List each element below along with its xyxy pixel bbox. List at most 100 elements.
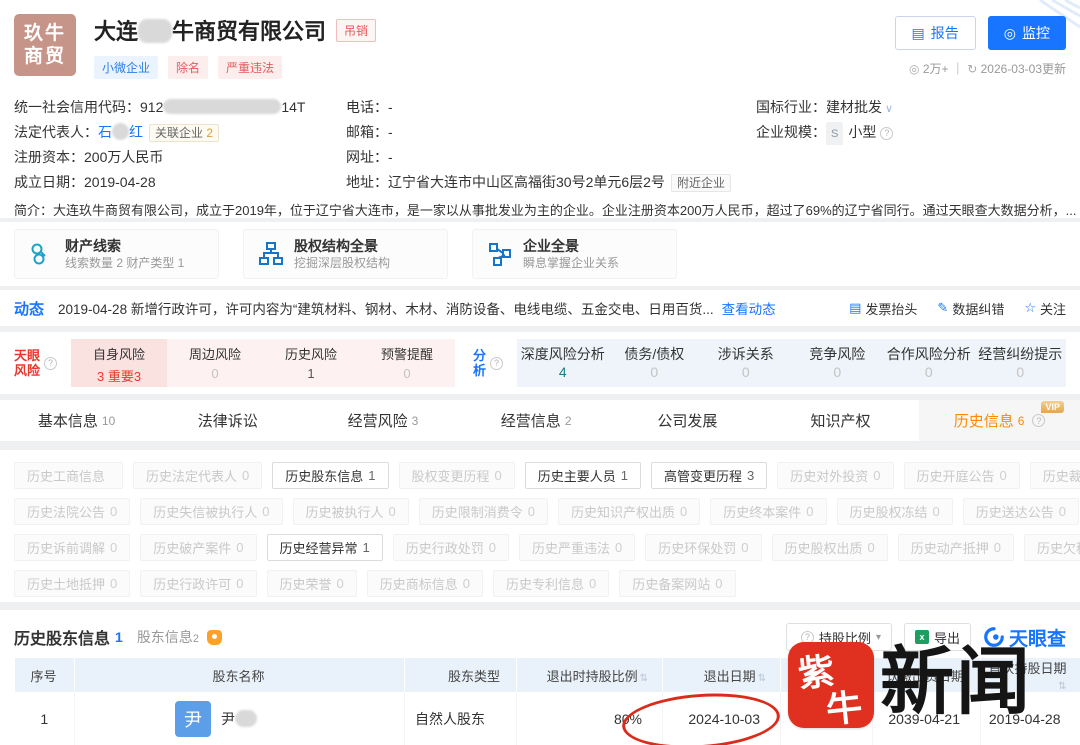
history-tag[interactable]: 历史被执行人0 (293, 498, 409, 525)
tag-serious-violation[interactable]: 严重违法 (218, 56, 282, 79)
invoice-icon: ▤ (849, 300, 861, 316)
history-tag[interactable]: 历史专利信息0 (493, 570, 609, 597)
column-header[interactable]: 退出时持股比例⇅ (517, 658, 663, 692)
risk-item[interactable]: 历史风险 1 (263, 339, 359, 387)
history-tag[interactable]: 历史裁判文书0 (1030, 462, 1080, 489)
history-tag[interactable]: 历史终本案件0 (710, 498, 826, 525)
history-tag[interactable]: 历史限制消费令0 (419, 498, 548, 525)
history-tag[interactable]: 历史备案网站0 (619, 570, 735, 597)
credit-code-value: 91214T (140, 99, 305, 115)
email-value: - (388, 124, 393, 140)
tab-operating-risk[interactable]: 经营风险3 (306, 400, 459, 441)
history-tag[interactable]: 历史欠税公告0 (1024, 534, 1080, 561)
history-tag[interactable]: 历史诉前调解0 (14, 534, 130, 561)
invoice-header-button[interactable]: ▤发票抬头 (849, 299, 917, 318)
scale-value: 小型 (848, 124, 876, 140)
main-tab-bar: 基本信息10 法律诉讼 经营风险3 经营信息2 公司发展 知识产权 VIP 历史… (0, 400, 1080, 442)
column-header[interactable]: 认缴出资日期 (873, 658, 981, 692)
shareholding-ratio-button[interactable]: ?持股比例▾ (786, 623, 892, 651)
column-header[interactable]: 股东名称 (75, 658, 405, 692)
export-button[interactable]: x导出 (904, 623, 971, 651)
risk-item[interactable]: 预警提醒 0 (359, 339, 455, 387)
monitor-button[interactable]: ◎监控 (988, 16, 1066, 50)
tag-removed[interactable]: 除名 (168, 56, 208, 79)
phone-value: - (388, 99, 393, 115)
history-tag-row: 历史土地抵押0 历史行政许可0 历史荣誉0 历史商标信息0 历史专利信息0 历史备案网站0 (14, 570, 1066, 597)
subtab-shareholder-info[interactable]: 股东信息2 (137, 627, 199, 647)
exit-date: 2024-10-03 (663, 692, 781, 745)
tab-history-info-active[interactable]: VIP 历史信息6 ? (919, 400, 1080, 441)
tag-small-micro-enterprise[interactable]: 小微企业 (94, 56, 158, 79)
history-tag[interactable]: 历史主要人员1 (525, 462, 641, 489)
shareholders-table: 序号股东名称股东类型退出时持股比例⇅退出日期⇅认缴出资认缴出资日期首次持股日期⇅… (14, 658, 1080, 745)
view-dynamics-link[interactable]: 查看动态 (722, 298, 776, 318)
table-row[interactable]: 1 尹 尹 自然人股东 80% 2024-10-03 160 2039-04-2… (15, 692, 1080, 745)
history-tag[interactable]: 历史对外投资0 (777, 462, 893, 489)
history-tag[interactable]: 历史法定代表人0 (133, 462, 262, 489)
est-date-label: 成立日期： (14, 174, 84, 190)
history-tag[interactable]: 历史动产抵押0 (898, 534, 1014, 561)
history-tag[interactable]: 历史工商信息 (14, 462, 123, 489)
card-property-clues[interactable]: 财产线索线索数量 2 财产类型 1 (14, 229, 219, 279)
column-header[interactable]: 首次持股日期⇅ (981, 658, 1080, 692)
history-tag[interactable]: 股权变更历程0 (399, 462, 515, 489)
column-header[interactable]: 序号 (15, 658, 75, 692)
history-tag[interactable]: 历史开庭公告0 (904, 462, 1020, 489)
tab-operating-info[interactable]: 经营信息2 (460, 400, 613, 441)
history-tag[interactable]: 历史土地抵押0 (14, 570, 130, 597)
report-button[interactable]: ▤报告 (895, 16, 976, 50)
column-header[interactable]: 股东类型 (405, 658, 517, 692)
analysis-item[interactable]: 竞争风险 0 (792, 339, 884, 387)
caret-down-icon: ▾ (876, 632, 881, 643)
history-tag[interactable]: 历史商标信息0 (367, 570, 483, 597)
history-tag[interactable]: 高管变更历程3 (651, 462, 767, 489)
help-icon[interactable]: ? (44, 357, 57, 370)
history-tag[interactable]: 历史破产案件0 (140, 534, 256, 561)
nearby-companies-badge[interactable]: 附近企业 (671, 174, 731, 192)
history-tag[interactable]: 历史环保处罚0 (645, 534, 761, 561)
analysis-item[interactable]: 债务/债权 0 (609, 339, 701, 387)
history-tag[interactable]: 历史股权冻结0 (837, 498, 953, 525)
history-tag[interactable]: 历史严重违法0 (519, 534, 635, 561)
analysis-item[interactable]: 涉诉关系 0 (700, 339, 792, 387)
chevron-down-icon[interactable]: ∨ (885, 103, 893, 115)
tab-basic-info[interactable]: 基本信息10 (0, 400, 153, 441)
help-icon[interactable]: ? (1032, 414, 1045, 427)
address-label: 地址： (346, 174, 388, 190)
card-equity-structure[interactable]: 股权结构全景挖掘深层股权结构 (243, 229, 448, 279)
tab-intellectual-property[interactable]: 知识产权 (766, 400, 919, 441)
risk-item[interactable]: 自身风险 3 重要3 (71, 339, 167, 387)
tab-company-development[interactable]: 公司发展 (613, 400, 766, 441)
history-tag[interactable]: 历史荣誉0 (267, 570, 357, 597)
help-icon[interactable]: ? (490, 357, 503, 370)
history-tag[interactable]: 历史经营异常1 (267, 534, 383, 561)
analysis-item[interactable]: 合作风险分析 0 (883, 339, 975, 387)
data-correction-button[interactable]: ✎数据纠错 (937, 299, 1004, 318)
tab-legal-litigation[interactable]: 法律诉讼 (153, 400, 306, 441)
history-tag[interactable]: 历史股权出质0 (772, 534, 888, 561)
first-holding-date: 2019-04-28 (981, 692, 1080, 745)
history-tag[interactable]: 历史失信被执行人0 (140, 498, 282, 525)
column-header[interactable]: 退出日期⇅ (663, 658, 781, 692)
avatar[interactable]: 尹 (175, 701, 211, 737)
history-tag[interactable]: 历史法院公告0 (14, 498, 130, 525)
related-company-badge[interactable]: 关联企业 2 (149, 124, 219, 142)
shareholder-name-link[interactable]: 尹 (221, 709, 257, 729)
analysis-item[interactable]: 深度风险分析 4 (517, 339, 609, 387)
history-tags-section: 历史工商信息历史法定代表人0 历史股东信息1 股权变更历程0 历史主要人员1 高管变更历… (0, 450, 1080, 602)
history-tag[interactable]: 历史送达公告0 (963, 498, 1079, 525)
company-brief: 简介：大连玖牛商贸有限公司，成立于2019年，位于辽宁省大连市，是一家以从事批发… (14, 199, 1066, 223)
notification-icon[interactable] (207, 630, 222, 645)
history-tag[interactable]: 历史股东信息1 (272, 462, 388, 489)
history-tag[interactable]: 历史行政处罚0 (393, 534, 509, 561)
help-icon[interactable]: ? (880, 127, 893, 140)
analysis-item[interactable]: 经营纠纷提示 0 (975, 339, 1067, 387)
views-icon: ◎ (909, 62, 919, 76)
column-header[interactable]: 认缴出资 (781, 658, 873, 692)
card-enterprise-panorama[interactable]: 企业全景瞬息掌握企业关系 (472, 229, 677, 279)
history-tag[interactable]: 历史行政许可0 (140, 570, 256, 597)
risk-item[interactable]: 周边风险 0 (167, 339, 263, 387)
legal-rep-link[interactable]: 石红 (98, 124, 143, 140)
follow-button[interactable]: ☆关注 (1024, 299, 1066, 318)
history-tag[interactable]: 历史知识产权出质0 (558, 498, 700, 525)
